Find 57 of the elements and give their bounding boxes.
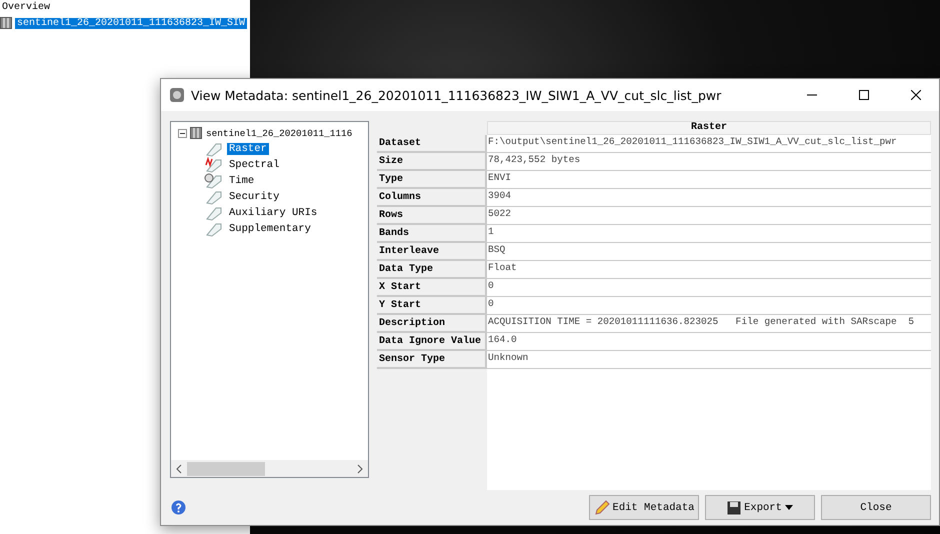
layer-item[interactable]: sentinel1_26_20201011_111636823_IW_SIW (15, 18, 248, 28)
row-header: Dataset (377, 135, 487, 153)
tag-icon (204, 189, 224, 205)
tree-item[interactable]: sentinel1_26_20201011_1116 (205, 128, 354, 138)
scroll-left-icon[interactable] (175, 464, 183, 474)
window-title: View Metadata: sentinel1_26_20201011_111636823_IW_SIW1_A_VV_cut_slc_list_pwr (191, 88, 722, 102)
tree-item[interactable]: Auxiliary URIs (227, 207, 320, 219)
table-cell: Unknown (487, 351, 931, 369)
edit-button[interactable]: Edit Metadata (589, 495, 699, 520)
table-cell: 5022 (487, 207, 931, 225)
row-header: Data Ignore Value (377, 333, 487, 351)
export-button[interactable]: Export (705, 495, 815, 520)
raster-icon (190, 127, 202, 139)
app-icon (169, 87, 185, 103)
scroll-right-icon[interactable] (356, 464, 364, 474)
tree-item[interactable]: Security (227, 191, 282, 203)
horizontal-scrollbar[interactable] (171, 460, 368, 477)
tree-item[interactable]: Raster (227, 143, 269, 155)
row-header: Data Type (377, 261, 487, 279)
table-cell: 164.0 (487, 333, 931, 351)
table-cell: ACQUISITION TIME = 20201011111636.823025 File generated with SARscape 5 (487, 315, 931, 333)
column-header: Raster (487, 121, 931, 135)
table-cell: 78,423,552 bytes (487, 153, 931, 171)
table-cell: ENVI (487, 171, 931, 189)
row-header: Size (377, 153, 487, 171)
row-header: X Start (377, 279, 487, 297)
table-cell: F:\output\sentinel1_26_20201011_111636823_IW_SIW1_A_VV_cut_slc_list_pwr (487, 135, 931, 153)
row-header: Description (377, 315, 487, 333)
caret-icon (784, 504, 793, 510)
tree-item[interactable]: Spectral (227, 159, 282, 171)
table-cell: 0 (487, 297, 931, 315)
row-header: Bands (377, 225, 487, 243)
row-header: Interleave (377, 243, 487, 261)
row-header: Type (377, 171, 487, 189)
clock-tag-icon (204, 173, 224, 189)
tag-icon (204, 205, 224, 221)
maximize-icon (859, 90, 869, 100)
help-icon[interactable] (171, 500, 186, 515)
row-header: Rows (377, 207, 487, 225)
row-header: Sensor Type (377, 351, 487, 369)
table-cell: 0 (487, 279, 931, 297)
close-button[interactable]: Close (821, 495, 931, 520)
table-cell: 3904 (487, 189, 931, 207)
tag-icon (204, 221, 224, 237)
close-icon (911, 90, 921, 100)
table-cell: BSQ (487, 243, 931, 261)
spectral-tag-icon (204, 157, 224, 173)
tree-item[interactable]: Time (227, 175, 256, 187)
table-cell: Float (487, 261, 931, 279)
row-header: Columns (377, 189, 487, 207)
row-header: Y Start (377, 297, 487, 315)
raster-icon (0, 17, 12, 29)
tree-item[interactable]: Supplementary (227, 223, 313, 235)
pencil-icon (594, 500, 610, 516)
table-cell: 1 (487, 225, 931, 243)
layer-item[interactable]: Overview (0, 2, 52, 12)
tag-icon (204, 141, 224, 157)
